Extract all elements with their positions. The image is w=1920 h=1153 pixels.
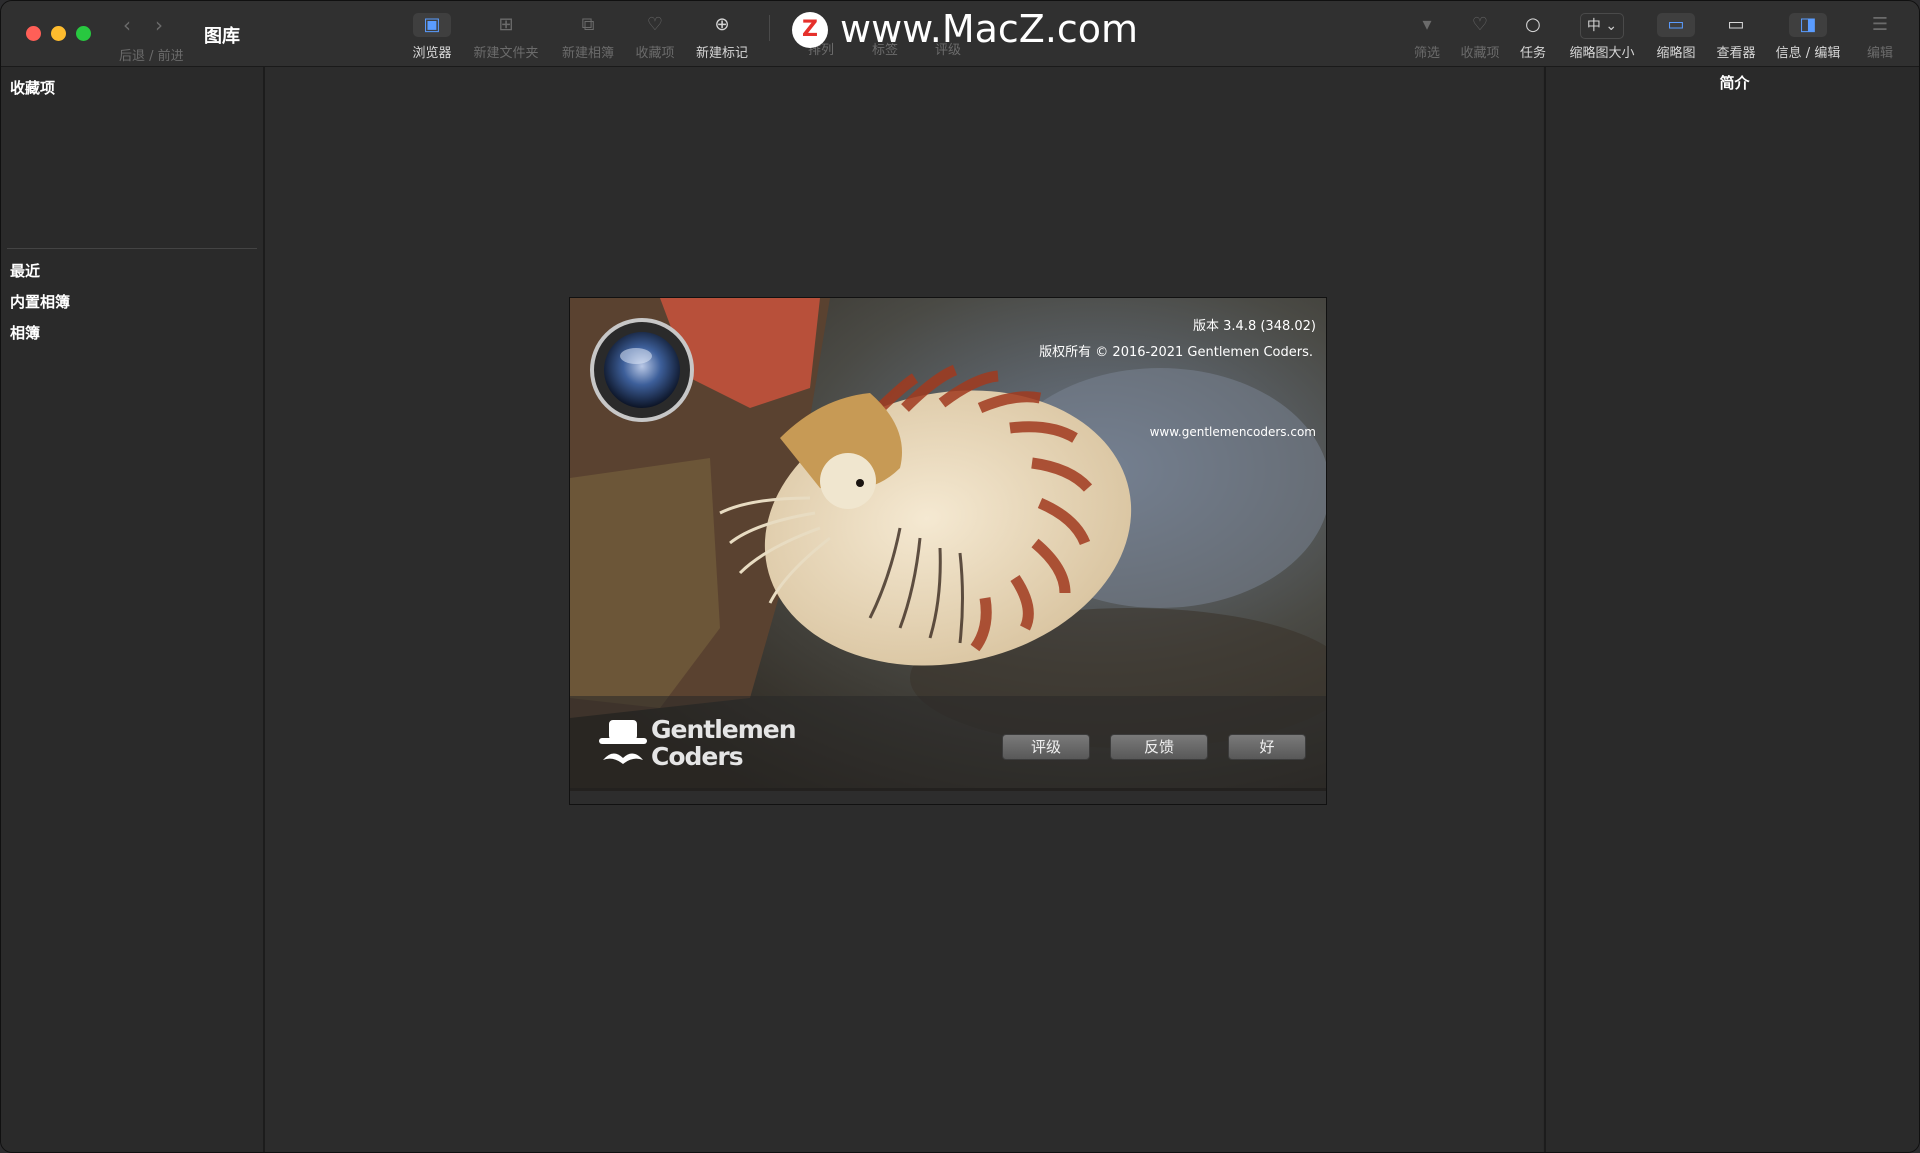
sidebar-item-builtin-albums[interactable]: 内置相簿: [10, 291, 70, 312]
ok-button[interactable]: 好: [1228, 734, 1306, 760]
thumbnail-size-popup[interactable]: 中 ⌄: [1579, 13, 1625, 39]
close-window-button[interactable]: [26, 26, 41, 41]
about-splash-dialog: 版本 3.4.8 (348.02) 版权所有 © 2016-2021 Gentl…: [569, 297, 1327, 805]
chevron-down-icon: ⌄: [1605, 18, 1618, 34]
sidebar: 收藏项 最近 内置相簿 相簿: [1, 67, 265, 1152]
viewer-button[interactable]: ▭ 查看器: [1713, 13, 1759, 61]
browser-label: 浏览器: [412, 46, 452, 61]
favorites-label: 收藏项: [635, 46, 675, 61]
back-forward-arrows[interactable]: ‹›: [123, 13, 187, 37]
brand-line-2: Coders: [651, 742, 744, 771]
back-icon[interactable]: ‹: [123, 13, 155, 37]
website-link[interactable]: www.gentlemencoders.com: [1150, 425, 1316, 439]
forward-icon[interactable]: ›: [155, 13, 187, 37]
sidebar-divider: [7, 248, 257, 249]
app-window: ‹› 后退 / 前进 图库 ▣ 浏览器 ⊞ 新建文件夹 ⧉ 新建相簿 ♡ 收藏项…: [0, 0, 1920, 1153]
favorites-filter-label: 收藏项: [1460, 46, 1500, 61]
info-edit-label: 信息 / 编辑: [1775, 46, 1841, 61]
inspector-panel: 简介: [1544, 67, 1919, 1152]
thumbnail-size-control[interactable]: 中 ⌄ 缩略图大小: [1564, 13, 1640, 61]
watermark-logo: Z: [792, 12, 828, 48]
thumbnail-size-label: 缩略图大小: [1569, 46, 1635, 61]
tasks-icon: ○: [1525, 14, 1541, 35]
gentleman-hat-logo-icon: [599, 720, 647, 764]
splash-bottom-strip: [570, 791, 1326, 804]
viewer-label: 查看器: [1716, 46, 1756, 61]
new-tag-icon: ⊕: [714, 14, 730, 35]
edit-button[interactable]: ☰ 编辑: [1863, 13, 1897, 61]
new-album-icon: ⧉: [581, 14, 595, 35]
sidebar-favorites-header: 收藏项: [10, 79, 56, 97]
favorite-album-icon: ♡: [646, 14, 664, 35]
brand-line-1: Gentlemen: [651, 715, 797, 744]
inspector-title: 简介: [1719, 74, 1750, 92]
filter-label: 筛选: [1413, 46, 1440, 61]
toolbar-separator: [769, 15, 770, 41]
favorites-button[interactable]: ♡ 收藏项: [632, 13, 678, 61]
filter-icon: ▾: [1422, 14, 1432, 35]
favorites-filter-button[interactable]: ♡ 收藏项: [1457, 13, 1503, 61]
new-folder-button[interactable]: ⊞ 新建文件夹: [469, 13, 543, 61]
new-folder-label: 新建文件夹: [473, 46, 539, 61]
minimize-window-button[interactable]: [51, 26, 66, 41]
new-tag-label: 新建标记: [695, 46, 748, 61]
version-text: 版本 3.4.8 (348.02): [1193, 319, 1316, 334]
browser-button[interactable]: ▣ 浏览器: [406, 13, 458, 61]
new-folder-icon: ⊞: [498, 14, 514, 35]
new-album-button[interactable]: ⧉ 新建相簿: [557, 13, 619, 61]
heart-icon: ♡: [1471, 14, 1489, 35]
maximize-window-button[interactable]: [76, 26, 91, 41]
sidebar-item-albums[interactable]: 相簿: [10, 322, 40, 343]
new-tag-button[interactable]: ⊕ 新建标记: [691, 13, 753, 61]
viewer-icon: ▭: [1727, 14, 1745, 35]
thumbnails-label: 缩略图: [1656, 46, 1696, 61]
browser-icon: ▣: [413, 13, 451, 37]
filter-button[interactable]: ▾ 筛选: [1409, 13, 1445, 61]
info-panel-icon: ◨: [1789, 13, 1827, 37]
feedback-button[interactable]: 反馈: [1110, 734, 1208, 760]
sidebar-item-recent[interactable]: 最近: [10, 260, 40, 281]
tasks-label: 任务: [1519, 46, 1546, 61]
rate-button[interactable]: 评级: [1002, 734, 1090, 760]
tasks-button[interactable]: ○ 任务: [1516, 13, 1550, 61]
new-album-label: 新建相簿: [561, 46, 614, 61]
toolbar: ‹› 后退 / 前进 图库 ▣ 浏览器 ⊞ 新建文件夹 ⧉ 新建相簿 ♡ 收藏项…: [1, 1, 1919, 67]
window-title: 图库: [204, 26, 240, 47]
thumbnails-button[interactable]: ▭ 缩略图: [1653, 13, 1699, 61]
info-edit-button[interactable]: ◨ 信息 / 编辑: [1774, 13, 1842, 61]
sliders-icon: ☰: [1871, 14, 1889, 35]
copyright-text: 版权所有 © 2016-2021 Gentlemen Coders.: [1039, 345, 1313, 360]
edit-label: 编辑: [1866, 46, 1893, 61]
thumbnails-view-icon: ▭: [1657, 13, 1695, 37]
back-forward-label: 后退 / 前进: [119, 49, 184, 64]
watermark-text: www.MacZ.com: [840, 7, 1139, 51]
